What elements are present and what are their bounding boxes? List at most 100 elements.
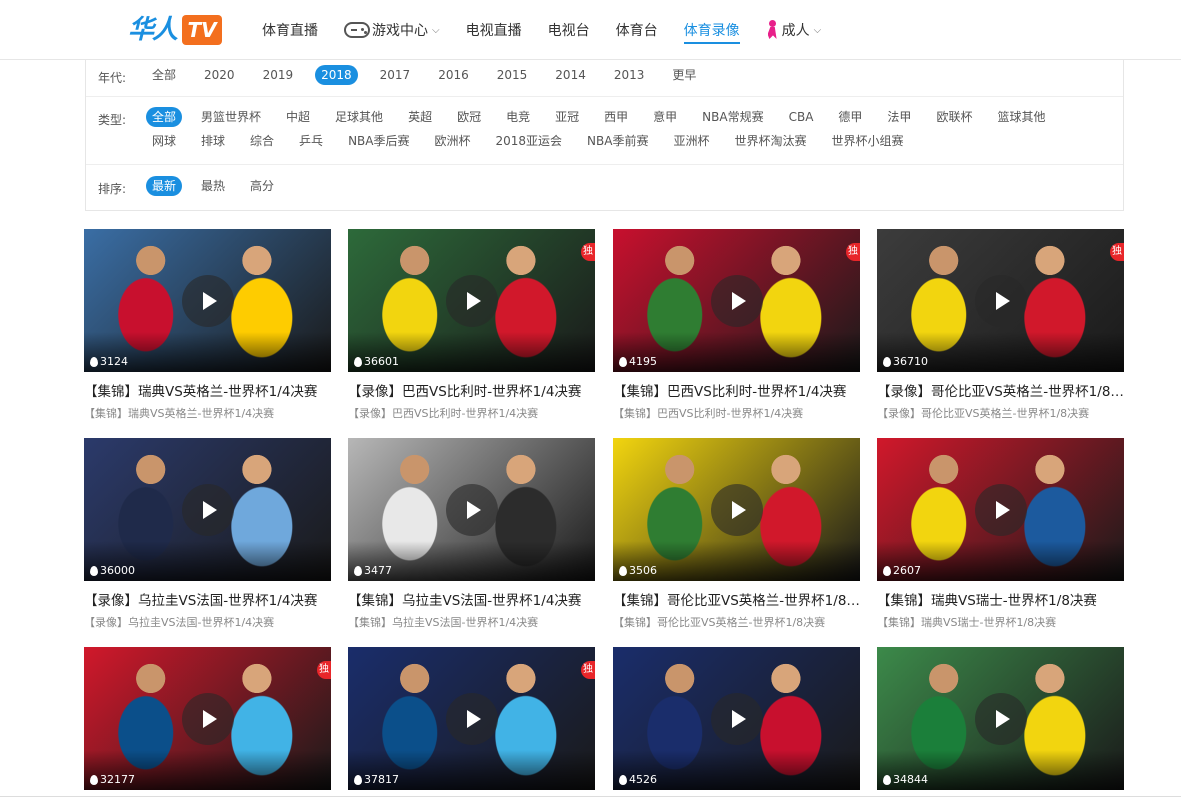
video-card[interactable]: 2607 【集锦】瑞典VS瑞士-世界杯1/8决赛 【集锦】瑞典VS瑞士-世界杯1/8… — [877, 438, 1124, 630]
play-icon[interactable] — [181, 483, 234, 536]
view-count-text: 3506 — [629, 564, 657, 577]
play-icon[interactable] — [974, 274, 1027, 327]
filter-option-type[interactable]: 德甲 — [832, 107, 868, 127]
video-thumbnail[interactable]: 36710 独 — [877, 229, 1124, 372]
filter-options-year: 全部 2020 2019 2018 2017 2016 2015 2014 2013 更早 — [146, 65, 1113, 85]
filter-option-type[interactable]: 男篮世界杯 — [195, 107, 267, 127]
video-thumbnail[interactable]: 36000 — [84, 438, 331, 581]
play-icon[interactable] — [974, 692, 1027, 745]
filter-option-type[interactable]: 欧冠 — [451, 107, 487, 127]
video-card[interactable]: 37817 独 — [348, 647, 595, 790]
filter-option-type[interactable]: 足球其他 — [329, 107, 389, 127]
video-thumbnail[interactable]: 2607 — [877, 438, 1124, 581]
video-card[interactable]: 32177 独 — [84, 647, 331, 790]
filter-option-type[interactable]: 英超 — [402, 107, 438, 127]
filter-option-year[interactable]: 2016 — [432, 65, 475, 85]
video-thumbnail[interactable]: 34844 — [877, 647, 1124, 790]
filter-option-year[interactable]: 2017 — [374, 65, 417, 85]
filter-option-type[interactable]: 乒乓 — [293, 131, 329, 151]
video-thumbnail[interactable]: 4526 — [613, 647, 860, 790]
video-title[interactable]: 【录像】哥伦比亚VS英格兰-世界杯1/8决赛 — [877, 380, 1124, 400]
filter-option-year[interactable]: 更早 — [666, 65, 702, 85]
view-count-text: 36710 — [893, 355, 928, 368]
play-icon[interactable] — [710, 483, 763, 536]
filter-option-type[interactable]: 西甲 — [598, 107, 634, 127]
filter-option-type[interactable]: 网球 — [146, 131, 182, 151]
video-thumbnail[interactable]: 4195 独 — [613, 229, 860, 372]
filter-option-type[interactable]: 欧洲杯 — [428, 131, 476, 151]
video-title[interactable]: 【集锦】哥伦比亚VS英格兰-世界杯1/8决赛 — [613, 589, 860, 609]
video-title[interactable]: 【集锦】瑞典VS瑞士-世界杯1/8决赛 — [877, 589, 1124, 609]
video-thumbnail[interactable]: 3506 — [613, 438, 860, 581]
video-card[interactable]: 36000 【录像】乌拉圭VS法国-世界杯1/4决赛 【录像】乌拉圭VS法国-世界杯… — [84, 438, 331, 630]
filter-option-type[interactable]: 亚洲杯 — [667, 131, 715, 151]
filter-option-type[interactable]: 全部 — [146, 107, 183, 127]
filter-option-type[interactable]: 电竞 — [500, 107, 536, 127]
play-icon[interactable] — [181, 692, 234, 745]
filter-option-sort[interactable]: 最新 — [146, 176, 183, 196]
filter-option-type[interactable]: 综合 — [244, 131, 280, 151]
play-icon[interactable] — [974, 483, 1027, 536]
play-icon[interactable] — [181, 274, 234, 327]
filter-option-type[interactable]: 篮球其他 — [991, 107, 1051, 127]
filter-option-type[interactable]: 排球 — [195, 131, 231, 151]
filter-option-type[interactable]: 中超 — [280, 107, 316, 127]
video-card[interactable]: 4526 — [613, 647, 860, 790]
video-card[interactable]: 36601 独【录像】巴西VS比利时-世界杯1/4决赛 【录像】巴西VS比利时-世界… — [348, 229, 595, 421]
fire-icon — [354, 565, 362, 576]
filter-option-type[interactable]: NBA季前赛 — [581, 131, 654, 151]
nav-item-1[interactable]: 游戏中心 ⌵ — [344, 0, 440, 60]
video-thumbnail[interactable]: 3124 — [84, 229, 331, 372]
filter-option-year[interactable]: 2019 — [257, 65, 300, 85]
nav-item-6[interactable]: 成人 ⌵ — [766, 0, 821, 60]
nav-item-5[interactable]: 体育录像 — [683, 0, 740, 60]
filter-option-year[interactable]: 全部 — [146, 65, 182, 85]
filter-option-type[interactable]: NBA季后赛 — [342, 131, 415, 151]
video-card[interactable]: 36710 独【录像】哥伦比亚VS英格兰-世界杯1/8决赛 【录像】哥伦比亚VS英格… — [877, 229, 1124, 421]
video-thumbnail[interactable]: 37817 独 — [348, 647, 595, 790]
video-card[interactable]: 3124 【集锦】瑞典VS英格兰-世界杯1/4决赛 【集锦】瑞典VS英格兰-世界杯1… — [84, 229, 331, 421]
view-count-text: 36000 — [100, 564, 135, 577]
video-subtitle: 【录像】哥伦比亚VS英格兰-世界杯1/8决赛 — [877, 407, 1090, 420]
filter-option-type[interactable]: 法甲 — [881, 107, 917, 127]
filter-option-type[interactable]: 意甲 — [647, 107, 683, 127]
video-card[interactable]: 3506 【集锦】哥伦比亚VS英格兰-世界杯1/8决赛 【集锦】哥伦比亚VS英格兰-… — [613, 438, 860, 630]
video-thumbnail[interactable]: 36601 独 — [348, 229, 595, 372]
nav-item-0[interactable]: 体育直播 — [262, 0, 318, 60]
site-logo[interactable]: 华人 TV — [128, 12, 223, 48]
filter-option-type[interactable]: 世界杯小组赛 — [826, 131, 910, 151]
nav-item-label: 电视直播 — [465, 23, 522, 39]
filter-option-type[interactable]: 2018亚运会 — [490, 131, 569, 151]
video-title[interactable]: 【录像】巴西VS比利时-世界杯1/4决赛 — [348, 380, 595, 400]
filter-option-type[interactable]: NBA常规赛 — [696, 107, 769, 127]
video-title[interactable]: 【录像】乌拉圭VS法国-世界杯1/4决赛 — [84, 589, 331, 609]
filter-option-year[interactable]: 2018 — [315, 65, 358, 85]
nav-item-2[interactable]: 电视直播 — [466, 0, 522, 60]
play-icon[interactable] — [710, 274, 763, 327]
video-card[interactable]: 34844 — [877, 647, 1124, 790]
filter-option-type[interactable]: 世界杯淘汰赛 — [728, 131, 812, 151]
filter-option-sort[interactable]: 最热 — [195, 176, 231, 196]
video-title[interactable]: 【集锦】乌拉圭VS法国-世界杯1/4决赛 — [348, 589, 595, 609]
filter-option-year[interactable]: 2020 — [198, 65, 241, 85]
filter-option-type[interactable]: 欧联杯 — [930, 107, 978, 127]
play-icon[interactable] — [445, 274, 498, 327]
play-icon[interactable] — [710, 692, 763, 745]
filter-option-year[interactable]: 2015 — [491, 65, 534, 85]
play-icon[interactable] — [445, 692, 498, 745]
filter-row-type: 类型: 全部 男篮世界杯 中超 足球其他 英超 欧冠 电竞 亚冠 西甲 意甲 NBA常规赛 CBA 德甲… — [86, 97, 1123, 165]
filter-option-year[interactable]: 2014 — [549, 65, 592, 85]
video-title[interactable]: 【集锦】巴西VS比利时-世界杯1/4决赛 — [613, 380, 860, 400]
video-title[interactable]: 【集锦】瑞典VS英格兰-世界杯1/4决赛 — [84, 380, 331, 400]
filter-option-type[interactable]: 亚冠 — [549, 107, 585, 127]
video-card[interactable]: 4195 独【集锦】巴西VS比利时-世界杯1/4决赛 【集锦】巴西VS比利时-世界杯… — [613, 229, 860, 421]
video-thumbnail[interactable]: 3477 — [348, 438, 595, 581]
filter-option-year[interactable]: 2013 — [608, 65, 651, 85]
filter-option-sort[interactable]: 高分 — [244, 176, 280, 196]
filter-option-type[interactable]: CBA — [783, 107, 820, 127]
play-icon[interactable] — [445, 483, 498, 536]
video-thumbnail[interactable]: 32177 独 — [84, 647, 331, 790]
nav-item-4[interactable]: 体育台 — [616, 0, 658, 60]
nav-item-3[interactable]: 电视台 — [548, 0, 590, 60]
video-card[interactable]: 3477 【集锦】乌拉圭VS法国-世界杯1/4决赛 【集锦】乌拉圭VS法国-世界杯1… — [348, 438, 595, 630]
